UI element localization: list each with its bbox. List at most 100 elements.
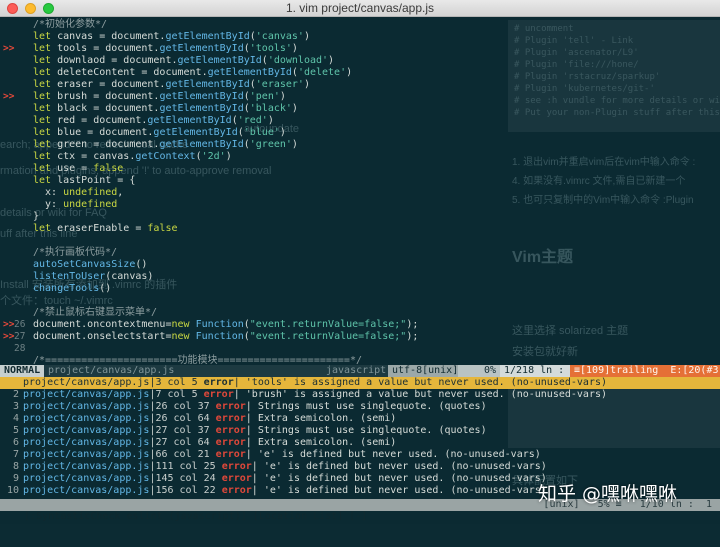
- code-token: document.onselectstart=: [33, 331, 172, 342]
- code-token: getElementById: [159, 103, 244, 114]
- entry-sev: error: [215, 449, 246, 460]
- code-line[interactable]: /*执行画板代码*/: [0, 247, 720, 259]
- code-token: listenToUser: [33, 271, 106, 282]
- code-token: lastPoint = {: [51, 175, 136, 186]
- code-line[interactable]: >> document.onselectstart=new Function("e…: [0, 331, 720, 343]
- code-line[interactable]: /*初始化参数*/: [0, 19, 720, 31]
- entry-sev: error: [221, 461, 252, 472]
- code-line[interactable]: let eraser = document.getElementById('er…: [0, 79, 720, 91]
- code-token: ): [328, 55, 335, 66]
- code-token: undefined: [63, 187, 118, 198]
- entry-sev: error: [215, 413, 246, 424]
- code-line[interactable]: x: undefined,: [0, 187, 720, 199]
- code-line[interactable]: let downlaod = document.getElementById('…: [0, 55, 720, 67]
- location-list-row[interactable]: 2 project/canvas/app.js|7 col 5 error| 'b…: [0, 389, 720, 401]
- code-line[interactable]: [0, 235, 720, 247]
- code-token: 'green': [249, 139, 292, 150]
- statusline-position: 1/218 ln : 1: [500, 365, 576, 377]
- entry-pos: |3 col 5: [149, 377, 204, 388]
- code-text: /*执行画板代码*/: [33, 247, 117, 259]
- code-token: "event.returnValue=false;": [249, 319, 407, 330]
- code-token: black = document.: [51, 103, 160, 114]
- entry-msg: | 'e' is defined but never used. (no-unu…: [251, 473, 547, 484]
- entry-pos: |145 col 24: [149, 473, 222, 484]
- code-line[interactable]: }: [0, 211, 720, 223]
- code-line[interactable]: >> let brush = document.getElementById('p…: [0, 91, 720, 103]
- location-list-row[interactable]: 4 project/canvas/app.js|26 col 64 error| …: [0, 413, 720, 425]
- code-token: let: [33, 163, 52, 174]
- code-token: getElementById: [159, 139, 244, 150]
- location-list-row[interactable]: project/canvas/app.js|3 col 5 error| 'to…: [0, 377, 720, 389]
- entry-sev: error: [221, 485, 252, 496]
- code-token: false: [93, 163, 124, 174]
- code-line[interactable]: y: undefined: [0, 199, 720, 211]
- code-line[interactable]: listenToUser(canvas): [0, 271, 720, 283]
- code-text: let lastPoint = {: [33, 175, 135, 187]
- code-line[interactable]: /*禁止鼠标右键显示菜单*/: [0, 307, 720, 319]
- code-token: getContext: [135, 151, 196, 162]
- code-token: (): [99, 283, 112, 294]
- code-token: (): [135, 259, 148, 270]
- code-line[interactable]: let lastPoint = {: [0, 175, 720, 187]
- location-list-row[interactable]: 5 project/canvas/app.js|27 col 37 error| …: [0, 425, 720, 437]
- error-entry: project/canvas/app.js|26 col 64 error| E…: [23, 413, 396, 425]
- row-number: 7: [12, 449, 19, 460]
- code-text: /*初始化参数*/: [33, 19, 107, 31]
- code-token: getElementById: [159, 91, 244, 102]
- row-number: 6: [12, 437, 19, 448]
- code-text: let eraserEnable = false: [33, 223, 178, 235]
- title-bar: 1. vim project/canvas/app.js: [0, 0, 720, 17]
- code-token: document.oncontextmenu=: [33, 319, 172, 330]
- line-number: 27: [14, 331, 26, 342]
- entry-pos: |26 col 64: [149, 413, 216, 424]
- code-line[interactable]: let red = document.getElementById('red'): [0, 115, 720, 127]
- code-line[interactable]: let green = document.getElementById('gre…: [0, 139, 720, 151]
- entry-file: project/canvas/app.js: [23, 473, 150, 484]
- code-token: y:: [33, 199, 64, 210]
- row-number: 9: [12, 473, 19, 484]
- location-list-row[interactable]: 3 project/canvas/app.js|26 col 37 error| …: [0, 401, 720, 413]
- code-line[interactable]: >> document.oncontextmenu=new Function("e…: [0, 319, 720, 331]
- code-line[interactable]: 28: [0, 343, 720, 355]
- code-token: getElementById: [177, 55, 262, 66]
- row-number: 8: [12, 461, 19, 472]
- code-token: let: [33, 103, 52, 114]
- code-token: (canvas): [105, 271, 154, 282]
- code-text: let ctx = canvas.getContext('2d'): [33, 151, 232, 163]
- code-token: changeTools: [33, 283, 100, 294]
- code-line[interactable]: changeTools(): [0, 283, 720, 295]
- entry-file: project/canvas/app.js: [23, 377, 150, 388]
- code-text: document.oncontextmenu=new Function("eve…: [33, 319, 418, 331]
- location-list-row[interactable]: 7 project/canvas/app.js|66 col 21 error| …: [0, 449, 720, 461]
- code-token: );: [406, 331, 419, 342]
- code-line[interactable]: let ctx = canvas.getContext('2d'): [0, 151, 720, 163]
- code-line[interactable]: autoSetCanvasSize(): [0, 259, 720, 271]
- location-list-row[interactable]: 6 project/canvas/app.js|27 col 64 error| …: [0, 437, 720, 449]
- code-line[interactable]: let use = false: [0, 163, 720, 175]
- code-token: );: [406, 319, 419, 330]
- code-token: brush = document.: [51, 91, 160, 102]
- code-token: let: [33, 223, 52, 234]
- code-line[interactable]: [0, 295, 720, 307]
- code-line[interactable]: let eraserEnable = false: [0, 223, 720, 235]
- code-token: ): [346, 67, 353, 78]
- code-text: let use = false: [33, 163, 123, 175]
- location-list-row[interactable]: 8 project/canvas/app.js|111 col 25 error|…: [0, 461, 720, 473]
- code-token: let: [33, 67, 52, 78]
- code-line[interactable]: >> let tools = document.getElementById('t…: [0, 43, 720, 55]
- code-text: let downlaod = document.getElementById('…: [33, 55, 334, 67]
- error-entry: project/canvas/app.js|145 col 24 error| …: [23, 473, 547, 485]
- code-line[interactable]: let black = document.getElementById('bla…: [0, 103, 720, 115]
- error-sign-marker: >>: [3, 91, 15, 102]
- row-number: 3: [12, 401, 19, 412]
- code-token: /*执行画板代码*/: [33, 247, 118, 258]
- watermark: 知乎 @嘿咻嘿咻: [538, 483, 678, 505]
- code-editor[interactable]: /*初始化参数*/let canvas = document.getElemen…: [0, 17, 720, 366]
- code-line[interactable]: let canvas = document.getElementById('ca…: [0, 31, 720, 43]
- code-text: let deleteContent = document.getElementB…: [33, 67, 352, 79]
- entry-sev: error: [221, 473, 252, 484]
- code-line[interactable]: let blue = document.getElementById('blue…: [0, 127, 720, 139]
- entry-file: project/canvas/app.js: [23, 389, 150, 400]
- code-token: getElementById: [147, 115, 232, 126]
- code-line[interactable]: let deleteContent = document.getElementB…: [0, 67, 720, 79]
